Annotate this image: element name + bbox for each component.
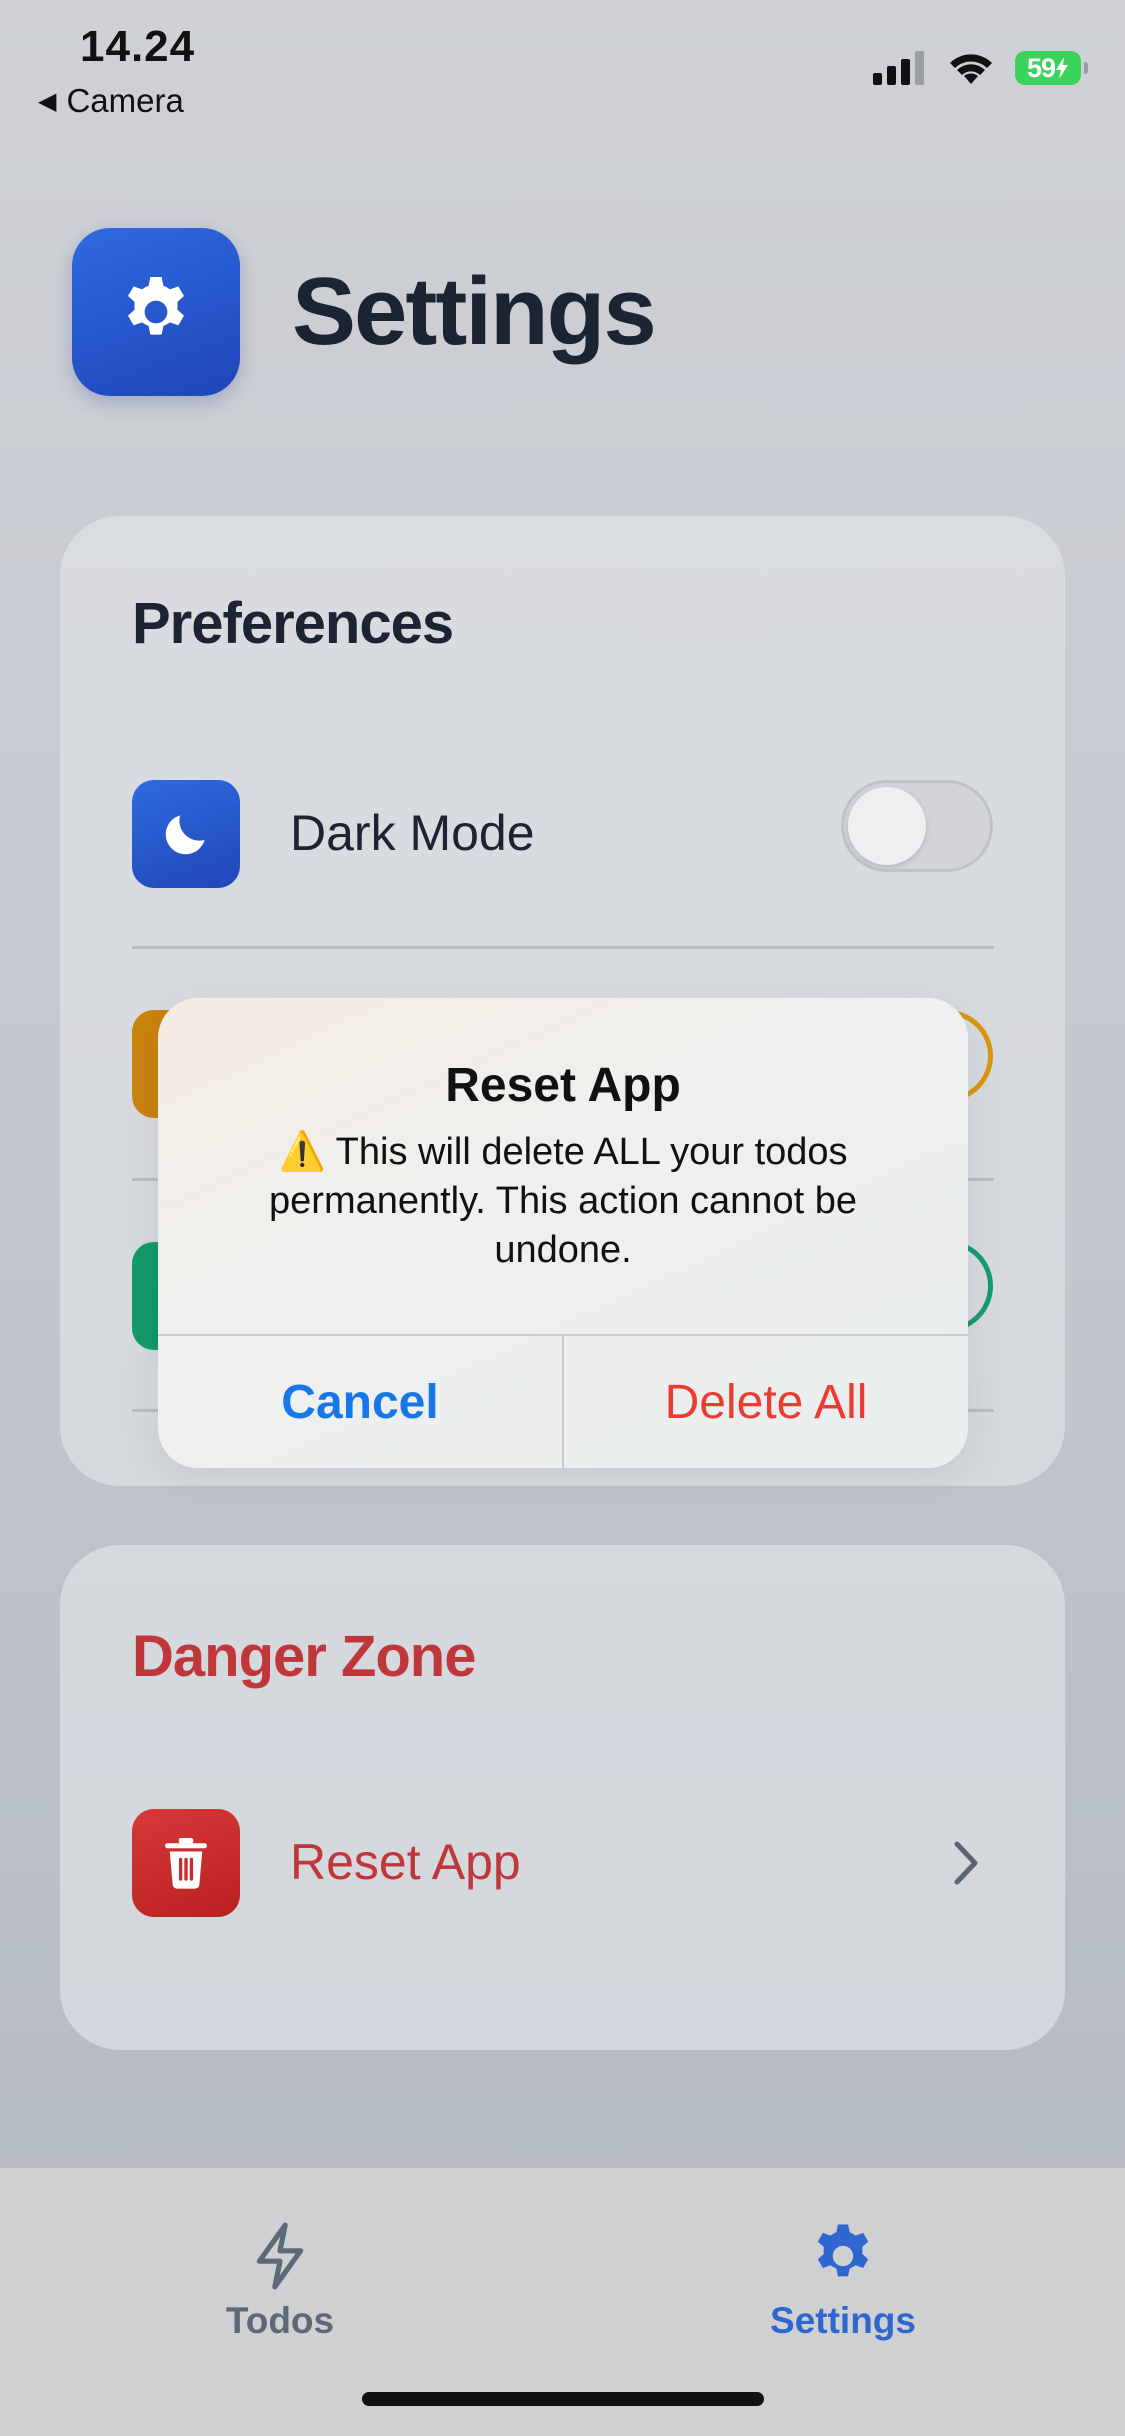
cancel-button[interactable]: Cancel	[158, 1336, 562, 1468]
tab-settings-label: Settings	[770, 2300, 916, 2341]
app-icon	[72, 228, 240, 396]
status-bar: 14.24 ◀ Camera 59	[0, 0, 1125, 120]
tab-todos-label: Todos	[225, 2300, 335, 2341]
dialog-title: Reset App	[445, 1059, 681, 1112]
wifi-icon	[950, 54, 992, 84]
dialog-message-line-2: permanently. This action cannot be	[269, 1180, 857, 1222]
dark-mode-icon-tile	[132, 780, 240, 888]
back-label: Camera	[66, 82, 184, 119]
dialog-message-line-1: ⚠️ This will delete ALL your todos	[278, 1131, 848, 1173]
status-icons: 59	[873, 50, 1088, 86]
trash-icon	[165, 1838, 207, 1889]
signal-icon	[873, 51, 924, 85]
row-divider	[132, 946, 994, 949]
tab-settings[interactable]: Settings	[718, 2220, 968, 2342]
status-time: 14.24	[80, 22, 196, 71]
page-header: Settings	[72, 228, 657, 396]
dialog-message-line-3: undone.	[494, 1229, 632, 1271]
back-to-camera-link[interactable]: ◀ Camera	[38, 82, 184, 120]
gear-icon	[817, 2224, 869, 2277]
reset-app-icon-tile	[132, 1809, 240, 1917]
dialog-message: ⚠️ This will delete ALL your todos perma…	[218, 1128, 908, 1275]
reset-app-label: Reset App	[290, 1834, 521, 1890]
dark-mode-toggle[interactable]	[841, 780, 993, 872]
bolt-icon	[256, 2222, 304, 2290]
charging-bolt-icon	[1056, 57, 1069, 79]
battery-charging-icon: 59	[1015, 51, 1088, 85]
battery-percent: 59	[1026, 52, 1056, 83]
preferences-title: Preferences	[132, 591, 454, 656]
page-title: Settings	[292, 258, 657, 365]
delete-all-button[interactable]: Delete All	[564, 1336, 968, 1468]
back-triangle-icon: ◀	[38, 88, 57, 115]
dark-mode-label: Dark Mode	[290, 805, 535, 861]
toggle-knob	[848, 787, 926, 865]
moon-icon	[165, 815, 205, 855]
home-indicator[interactable]	[362, 2392, 764, 2406]
tab-todos[interactable]: Todos	[155, 2220, 405, 2342]
danger-zone-title: Danger Zone	[132, 1624, 476, 1689]
reset-confirm-dialog: Reset App ⚠️ This will delete ALL your t…	[158, 998, 968, 1468]
gear-icon	[128, 277, 184, 335]
chevron-right-icon	[954, 1841, 978, 1885]
danger-zone-card: Danger Zone Reset App	[60, 1545, 1065, 2050]
